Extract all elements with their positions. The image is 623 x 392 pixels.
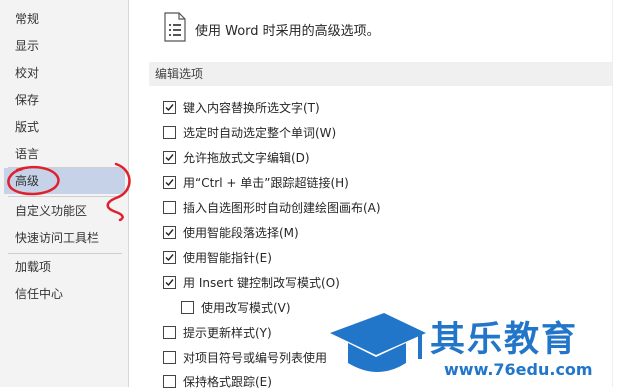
section-title-editing-options: 编辑选项 bbox=[149, 62, 613, 86]
sidebar-item-advanced[interactable]: 高级 bbox=[4, 168, 125, 194]
checkbox[interactable] bbox=[163, 126, 176, 139]
sidebar-item-quick-access-toolbar[interactable]: 快速访问工具栏 bbox=[4, 225, 125, 251]
option-label: 保持格式跟踪(E) bbox=[183, 375, 272, 389]
sidebar-item-save[interactable]: 保存 bbox=[4, 87, 125, 113]
sidebar-item-add-ins[interactable]: 加载项 bbox=[4, 254, 125, 280]
options-sidebar: 常规 显示 校对 保存 版式 语言 高级 自定义功能区 快速访问工具栏 加载项 … bbox=[0, 0, 129, 387]
checkbox[interactable] bbox=[163, 176, 176, 189]
sidebar-item-customize-ribbon[interactable]: 自定义功能区 bbox=[4, 198, 125, 224]
checkbox[interactable] bbox=[163, 251, 176, 264]
document-icon bbox=[164, 12, 186, 42]
sidebar-item-general[interactable]: 常规 bbox=[4, 6, 125, 32]
checkmark-icon bbox=[165, 179, 174, 187]
sidebar-item-trust-center[interactable]: 信任中心 bbox=[4, 281, 125, 307]
checkmark-icon bbox=[165, 154, 174, 162]
checkbox[interactable] bbox=[163, 201, 176, 214]
option-label: 对项目符号或编号列表使用 bbox=[183, 351, 328, 365]
option-label: 用 Insert 键控制改写模式(O) bbox=[183, 276, 340, 290]
vertical-scrollbar[interactable] bbox=[612, 0, 623, 387]
option-label: 使用智能指针(E) bbox=[183, 251, 272, 265]
advanced-options-panel: 使用 Word 时采用的高级选项。 编辑选项 键入内容替换所选文字(T) 选定时… bbox=[135, 0, 613, 389]
panel-description: 使用 Word 时采用的高级选项。 bbox=[195, 24, 380, 39]
checkbox[interactable] bbox=[163, 351, 176, 364]
checkbox[interactable] bbox=[163, 276, 176, 289]
checkmark-icon bbox=[165, 279, 174, 287]
sidebar-item-language[interactable]: 语言 bbox=[4, 141, 125, 167]
checkmark-icon bbox=[165, 229, 174, 237]
checkbox[interactable] bbox=[163, 375, 176, 388]
sidebar-item-display[interactable]: 显示 bbox=[4, 33, 125, 59]
sidebar-divider bbox=[8, 196, 122, 197]
checkbox[interactable] bbox=[163, 101, 176, 114]
option-label: 使用改写模式(V) bbox=[201, 301, 291, 315]
option-label: 选定时自动选定整个单词(W) bbox=[183, 126, 337, 140]
checkmark-icon bbox=[165, 254, 174, 262]
option-label: 用“Ctrl + 单击”跟踪超链接(H) bbox=[183, 176, 349, 190]
checkbox[interactable] bbox=[181, 301, 194, 314]
option-label: 提示更新样式(Y) bbox=[183, 326, 272, 340]
option-label: 允许拖放式文字编辑(D) bbox=[183, 151, 310, 165]
checkmark-icon bbox=[165, 104, 174, 112]
option-label: 使用智能段落选择(M) bbox=[183, 226, 299, 240]
option-label: 插入自选图形时自动创建绘图画布(A) bbox=[183, 201, 381, 215]
checkbox[interactable] bbox=[163, 226, 176, 239]
sidebar-item-layout[interactable]: 版式 bbox=[4, 114, 125, 140]
option-label: 键入内容替换所选文字(T) bbox=[183, 101, 320, 115]
sidebar-item-proofing[interactable]: 校对 bbox=[4, 60, 125, 86]
checkbox[interactable] bbox=[163, 151, 176, 164]
checkbox[interactable] bbox=[163, 326, 176, 339]
